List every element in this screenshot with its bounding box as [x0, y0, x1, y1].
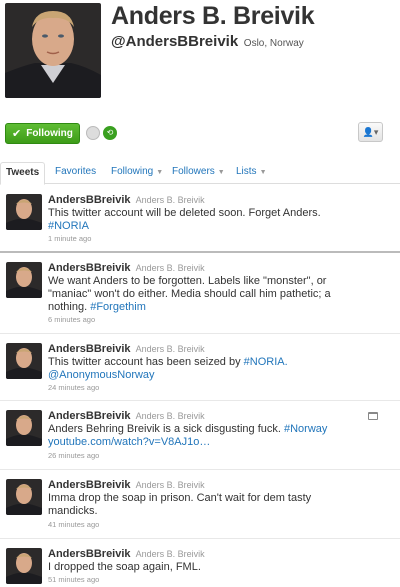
tweet-username[interactable]: AndersBBreivik [48, 262, 131, 274]
profile-location: Oslo, Norway [243, 38, 304, 49]
tweet-avatar[interactable] [6, 194, 42, 230]
profile-avatar[interactable] [5, 3, 101, 98]
tab-label: Lists [236, 166, 257, 177]
notifications-icon[interactable] [86, 126, 100, 140]
profile-name: Anders B. Breivik [111, 2, 315, 30]
tweet-line: mandicks. [48, 505, 98, 517]
hashtag-link[interactable]: #NORIA. [244, 356, 288, 368]
tweet-header: AndersBBreivik Anders B. Breivik [48, 194, 205, 206]
tweet-username[interactable]: AndersBBreivik [48, 479, 131, 491]
tweet-timestamp[interactable]: 1 minute ago [48, 234, 91, 243]
tab-following[interactable]: Following ▼ [111, 162, 163, 184]
tweet-text: Anders Behring Breivik is a sick disgust… [48, 423, 368, 449]
mention-link[interactable]: @AnonymousNorway [48, 369, 155, 381]
profile-handle-line: @AndersBBreivik Oslo, Norway [111, 33, 304, 50]
retweets-icon[interactable]: ⟲ [103, 126, 117, 140]
tweet-realname: Anders B. Breivik [135, 344, 205, 354]
tweet-line: This twitter account has been seized by [48, 356, 241, 368]
tweet-timestamp[interactable]: 41 minutes ago [48, 520, 99, 529]
tab-lists[interactable]: Lists ▼ [236, 162, 267, 184]
tweet-item[interactable]: AndersBBreivik Anders B. Breivik We want… [0, 254, 400, 334]
tab-followers[interactable]: Followers ▼ [172, 162, 225, 184]
tweet-timestamp[interactable]: 51 minutes ago [48, 575, 99, 584]
tweet-timestamp[interactable]: 6 minutes ago [48, 315, 95, 324]
tweet-line: Imma drop the soap in prison. Can't wait… [48, 492, 312, 504]
tab-label: Tweets [6, 167, 40, 178]
tweet-avatar[interactable] [6, 410, 42, 446]
tweet-line: Anders Behring Breivik is a sick disgust… [48, 423, 281, 435]
profile-handle: @AndersBBreivik [111, 33, 239, 50]
tweet-text: This twitter account has been seized by … [48, 356, 368, 382]
tweet-realname: Anders B. Breivik [135, 549, 205, 559]
user-actions-dropdown[interactable]: 👤▾ [358, 122, 383, 142]
following-button[interactable]: ✔ Following [5, 123, 80, 144]
profile-header: Anders B. Breivik @AndersBBreivik Oslo, … [0, 0, 400, 150]
youtube-link[interactable]: youtube.com/watch?v=V8AJ1o… [48, 436, 210, 448]
tweet-timestamp[interactable]: 24 minutes ago [48, 383, 99, 392]
check-icon: ✔ [12, 128, 22, 140]
tweet-item[interactable]: AndersBBreivik Anders B. Breivik I dropp… [0, 540, 400, 587]
following-label: Following [26, 128, 73, 139]
media-preview-icon[interactable] [368, 412, 378, 420]
chevron-down-icon: ▼ [156, 169, 164, 176]
tweet-line: "maniac" won't do either. Media should c… [48, 288, 331, 300]
tweet-line: We want Anders to be forgotten. Labels l… [48, 275, 327, 287]
tweet-text: This twitter account will be deleted soo… [48, 207, 368, 233]
tab-label: Followers [172, 166, 215, 177]
tweet-avatar[interactable] [6, 548, 42, 584]
tweet-avatar[interactable] [6, 343, 42, 379]
tweet-realname: Anders B. Breivik [135, 263, 205, 273]
tweet-line: I dropped the soap again, FML. [48, 561, 201, 573]
tab-tweets[interactable]: Tweets [0, 162, 46, 185]
tweet-item[interactable]: AndersBBreivik Anders B. Breivik This tw… [0, 186, 400, 253]
tweet-text: I dropped the soap again, FML. [48, 561, 368, 574]
tweet-text: We want Anders to be forgotten. Labels l… [48, 275, 393, 314]
tweet-realname: Anders B. Breivik [135, 411, 205, 421]
tweet-realname: Anders B. Breivik [135, 480, 205, 490]
tweet-avatar[interactable] [6, 262, 42, 298]
tab-label: Following [111, 166, 154, 177]
tweet-header: AndersBBreivik Anders B. Breivik [48, 343, 205, 355]
chevron-down-icon: ▼ [217, 169, 225, 176]
tweet-avatar[interactable] [6, 479, 42, 515]
tweet-item[interactable]: AndersBBreivik Anders B. Breivik Anders … [0, 402, 400, 470]
tweet-username[interactable]: AndersBBreivik [48, 410, 131, 422]
tweet-realname: Anders B. Breivik [135, 195, 205, 205]
tweet-line: nothing. [48, 301, 88, 313]
hashtag-link[interactable]: #NORIA [48, 220, 89, 232]
tweet-header: AndersBBreivik Anders B. Breivik [48, 262, 205, 274]
tab-favorites[interactable]: Favorites [55, 162, 96, 184]
person-icon: 👤▾ [362, 127, 379, 137]
tweet-header: AndersBBreivik Anders B. Breivik [48, 548, 205, 560]
tweet-header: AndersBBreivik Anders B. Breivik [48, 479, 205, 491]
chevron-down-icon: ▼ [259, 169, 267, 176]
tweet-item[interactable]: AndersBBreivik Anders B. Breivik Imma dr… [0, 471, 400, 539]
tab-label: Favorites [55, 166, 97, 177]
tweet-username[interactable]: AndersBBreivik [48, 548, 131, 560]
hashtag-link[interactable]: #Forgethim [90, 301, 146, 313]
tweet-line: This twitter account will be deleted soo… [48, 207, 321, 219]
tweet-username[interactable]: AndersBBreivik [48, 194, 131, 206]
tweet-username[interactable]: AndersBBreivik [48, 343, 131, 355]
tweet-timestamp[interactable]: 26 minutes ago [48, 451, 99, 460]
hashtag-link[interactable]: #Norway [284, 423, 327, 435]
tweet-item[interactable]: AndersBBreivik Anders B. Breivik This tw… [0, 335, 400, 401]
tweet-text: Imma drop the soap in prison. Can't wait… [48, 492, 368, 518]
profile-tabs: Tweets Favorites Following ▼ Followers ▼ L… [0, 158, 400, 185]
tweet-header: AndersBBreivik Anders B. Breivik [48, 410, 205, 422]
